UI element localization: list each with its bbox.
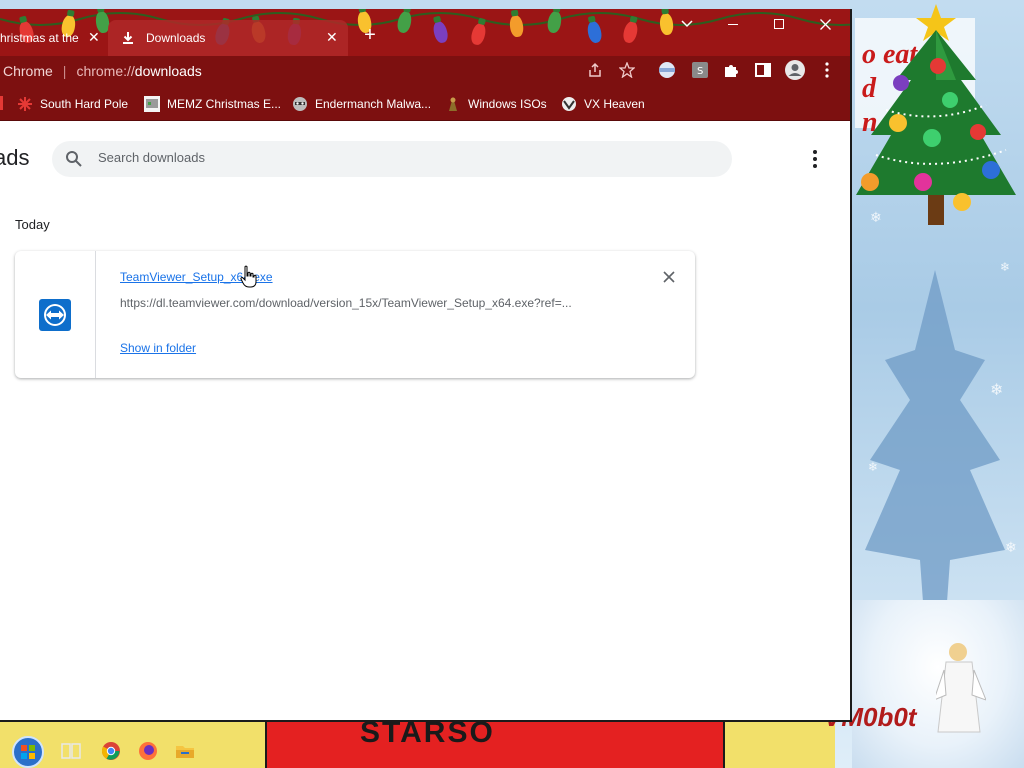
omnibox-brand-label: Chrome — [3, 63, 53, 79]
chrome-menu-icon[interactable] — [816, 59, 838, 81]
download-icon — [122, 32, 134, 44]
chrome-icon[interactable] — [100, 740, 122, 762]
page-title: ads — [0, 145, 30, 170]
share-icon[interactable] — [584, 59, 606, 81]
minimize-icon[interactable] — [710, 9, 756, 39]
bookmark-label: Endermanch Malwa... — [315, 97, 432, 111]
url-path: downloads — [134, 63, 202, 79]
teamviewer-icon — [39, 299, 71, 331]
address-bar[interactable]: Chrome | chrome://downloads — [0, 58, 580, 84]
side-panel-icon[interactable] — [752, 59, 774, 81]
date-heading: Today — [15, 217, 50, 232]
file-explorer-icon[interactable] — [174, 740, 196, 762]
bookmark-windows-isos[interactable]: Windows ISOs — [445, 94, 547, 114]
bookmark-label: MEMZ Christmas E... — [167, 97, 282, 111]
close-icon[interactable] — [802, 9, 848, 39]
bookmark-endermanch-malware[interactable]: Endermanch Malwa... — [292, 94, 431, 114]
file-source-url: https://dl.teamviewer.com/download/versi… — [120, 296, 572, 310]
profile-icon[interactable] — [784, 59, 806, 81]
download-item-card: TeamViewer_Setup_x64.exe https://dl.team… — [15, 251, 695, 378]
memz-icon — [144, 96, 160, 112]
remove-download-icon[interactable] — [661, 269, 677, 285]
chevron-down-icon[interactable] — [664, 9, 710, 39]
tab-label: Downloads — [146, 31, 206, 45]
omnibox-separator: | — [62, 63, 67, 79]
firefox-icon[interactable] — [137, 740, 159, 762]
search-input[interactable] — [98, 150, 698, 165]
snowflake-icon — [17, 96, 33, 112]
raccoon-icon — [292, 96, 308, 112]
maximize-icon[interactable] — [756, 9, 802, 39]
blue-pine-tree — [865, 270, 1005, 630]
bookmark-overflow-marker — [0, 96, 3, 110]
chrome-browser-window: hristmas at the ✕ Downloads ✕ + Chrome | — [0, 9, 852, 722]
search-icon — [66, 151, 82, 167]
downloads-page: ads Today TeamViewer_Setup_x64.exe https… — [0, 121, 850, 720]
tab-label: hristmas at the — [0, 31, 79, 45]
svg-text:S: S — [697, 66, 703, 77]
tab-close-icon[interactable]: ✕ — [326, 29, 338, 46]
url-scheme: chrome:// — [76, 63, 135, 79]
tab-christmas[interactable]: hristmas at the ✕ — [0, 20, 108, 56]
extensions-puzzle-icon[interactable] — [720, 59, 742, 81]
tab-downloads[interactable]: Downloads ✕ — [108, 20, 348, 56]
bookmark-star-icon[interactable] — [616, 59, 638, 81]
bookmark-vx-heaven[interactable]: VX Heaven — [561, 94, 645, 114]
angel-figure-icon — [936, 643, 986, 733]
bookmarks-bar: South Hard Pole MEMZ Christmas E... Ende… — [0, 86, 850, 121]
card-divider — [95, 251, 96, 378]
tab-strip: hristmas at the ✕ Downloads ✕ + — [0, 9, 850, 56]
figure-icon — [445, 96, 461, 112]
start-button-icon[interactable] — [12, 736, 44, 768]
bookmark-label: Windows ISOs — [468, 97, 547, 111]
show-in-folder-link[interactable]: Show in folder — [120, 341, 196, 355]
task-view-icon[interactable] — [60, 740, 82, 762]
vx-heaven-icon — [561, 96, 577, 112]
extension-badge-icon[interactable] — [656, 59, 678, 81]
new-tab-button[interactable]: + — [358, 24, 382, 48]
bookmark-memz-christmas[interactable]: MEMZ Christmas E... — [144, 94, 281, 114]
more-actions-icon[interactable] — [804, 147, 826, 171]
extension-s-icon[interactable]: S — [689, 59, 711, 81]
christmas-tree-icon — [856, 4, 1016, 225]
bookmark-label: South Hard Pole — [40, 97, 129, 111]
search-bar[interactable] — [52, 141, 732, 177]
bookmark-south-hard-pole[interactable]: South Hard Pole — [17, 94, 128, 114]
hand-pointer-cursor-icon — [240, 265, 257, 288]
tab-close-icon[interactable]: ✕ — [88, 29, 100, 46]
bookmark-label: VX Heaven — [584, 97, 645, 111]
